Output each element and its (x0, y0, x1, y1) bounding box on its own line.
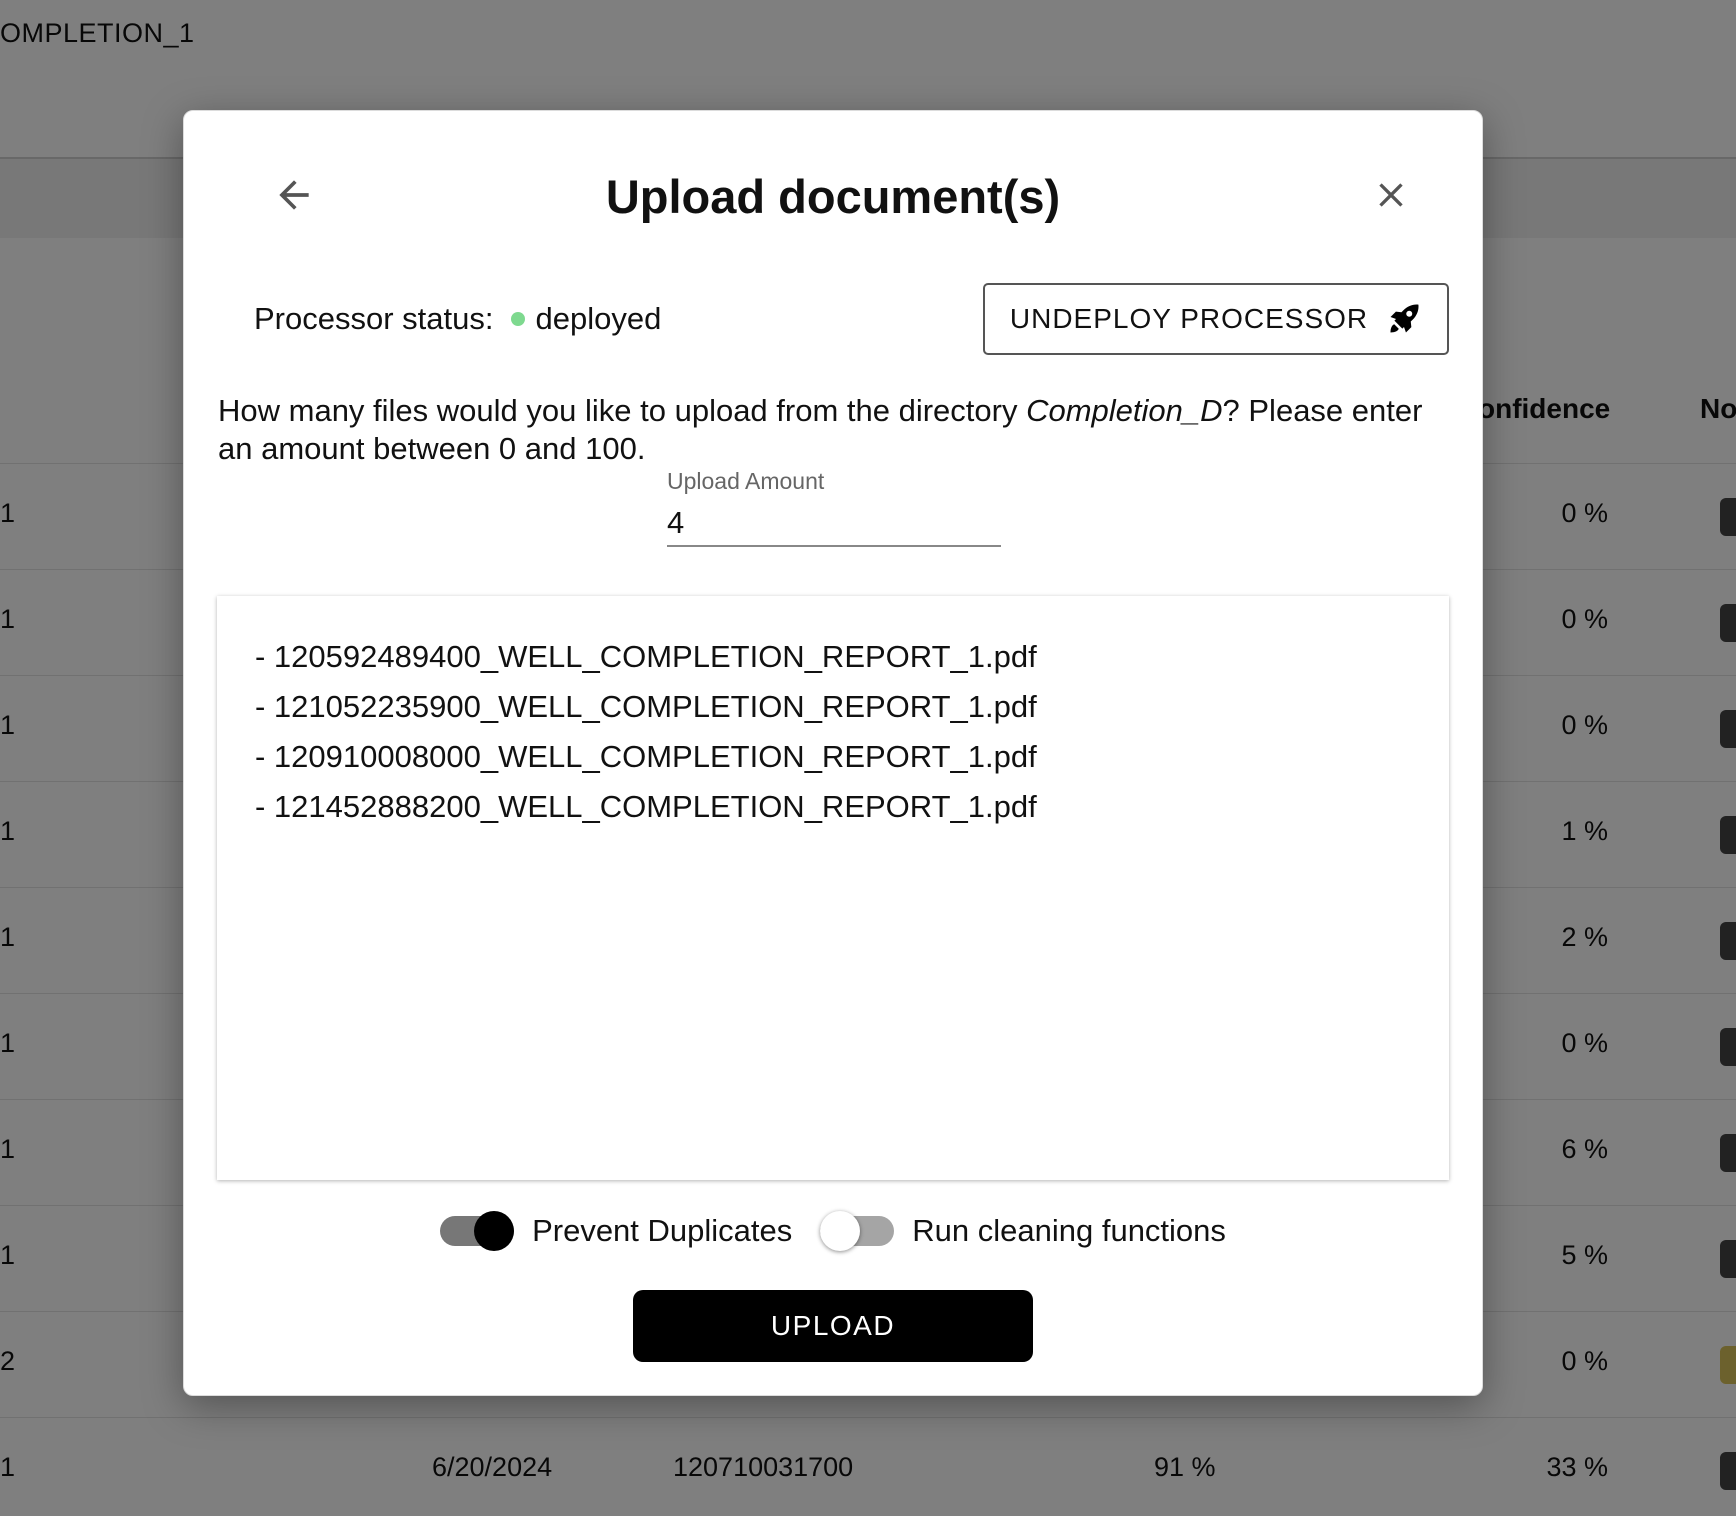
options-toggles: Prevent Duplicates Run cleaning function… (184, 1209, 1482, 1253)
upload-dialog: Upload document(s) Processor status: dep… (183, 110, 1483, 1396)
upload-button[interactable]: UPLOAD (633, 1290, 1033, 1362)
file-list: - 120592489400_WELL_COMPLETION_REPORT_1.… (217, 596, 1449, 832)
close-button[interactable] (1371, 175, 1411, 215)
close-icon (1379, 183, 1403, 207)
prevent-duplicates-label: Prevent Duplicates (532, 1213, 793, 1248)
status-dot-icon (511, 312, 526, 326)
list-item: - 121452888200_WELL_COMPLETION_REPORT_1.… (255, 789, 1037, 824)
undeploy-label: UNDEPLOY PROCESSOR (1009, 303, 1369, 334)
list-item: - 121052235900_WELL_COMPLETION_REPORT_1.… (255, 689, 1037, 724)
undeploy-processor-button[interactable]: UNDEPLOY PROCESSOR (983, 283, 1449, 355)
status-label: Processor status: (254, 301, 494, 336)
upload-amount-label: Upload Amount (667, 468, 825, 494)
run-cleaning-label: Run cleaning functions (912, 1213, 1226, 1248)
dialog-title: Upload document(s) (605, 170, 1061, 223)
toggle-switch[interactable] (820, 1209, 895, 1253)
directory-name: Completion_D (1026, 393, 1223, 428)
rocket-icon (1390, 304, 1419, 333)
switch-thumb (820, 1211, 861, 1251)
switch-thumb (474, 1211, 515, 1251)
upload-amount-input[interactable] (667, 501, 1001, 547)
file-list-panel: - 120592489400_WELL_COMPLETION_REPORT_1.… (217, 596, 1449, 1180)
list-item: - 120592489400_WELL_COMPLETION_REPORT_1.… (255, 639, 1037, 674)
processor-status: Processor status: deployed (254, 301, 661, 337)
list-item: - 120910008000_WELL_COMPLETION_REPORT_1.… (255, 739, 1037, 774)
prevent-duplicates-toggle[interactable]: Prevent Duplicates (440, 1209, 792, 1253)
prompt-text: How many files would you like to upload … (218, 393, 1027, 428)
upload-prompt: How many files would you like to upload … (218, 392, 1458, 468)
toggle-switch[interactable] (440, 1209, 515, 1253)
status-value: deployed (535, 301, 662, 336)
run-cleaning-toggle[interactable]: Run cleaning functions (820, 1209, 1226, 1253)
